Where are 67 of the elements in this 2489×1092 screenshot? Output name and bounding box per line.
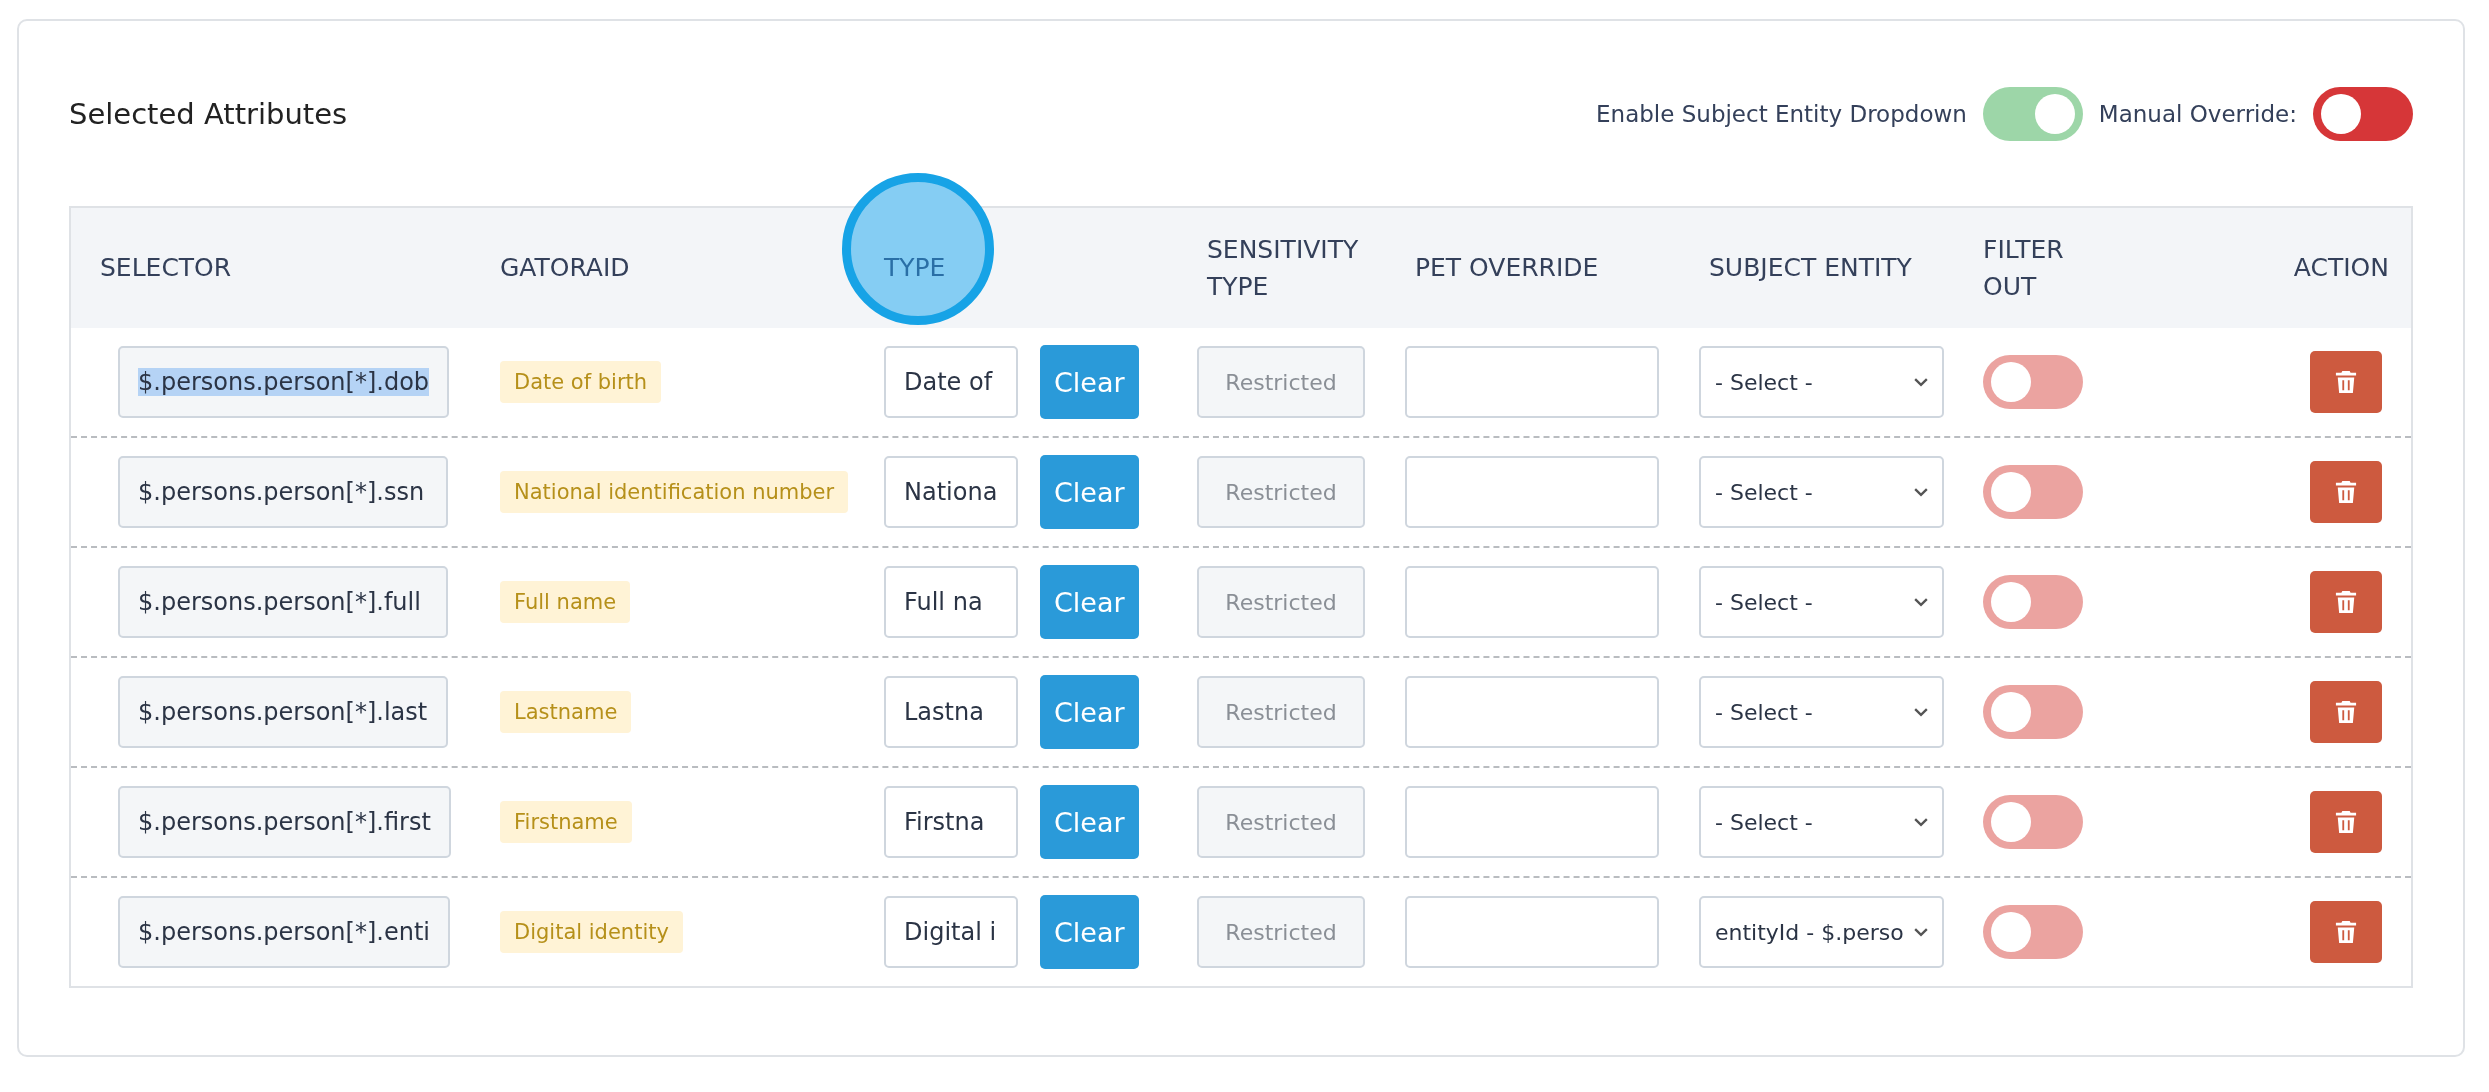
section-title: Selected Attributes [69,96,348,131]
trash-icon [2335,810,2357,834]
delete-button[interactable] [2310,351,2382,413]
trash-icon [2335,480,2357,504]
delete-button[interactable] [2310,901,2382,963]
trash-icon [2335,370,2357,394]
chevron-down-icon [1914,927,1928,937]
selector-field[interactable]: $.persons.person[*].dob [118,346,450,418]
delete-button[interactable] [2310,681,2382,743]
gatoraid-tag: Lastname [500,691,632,733]
type-field[interactable]: Digital i [884,896,1018,968]
selector-field[interactable]: $.persons.person[*].first [118,786,451,858]
chevron-down-icon [1914,487,1928,497]
selector-field[interactable]: $.persons.person[*].full [118,566,448,638]
subject-entity-select[interactable]: entityId - $.perso [1699,896,1944,968]
subject-entity-select[interactable]: - Select - [1699,786,1944,858]
column-header: ACTION [2293,252,2389,285]
delete-button[interactable] [2310,461,2382,523]
delete-button[interactable] [2310,571,2382,633]
column-header: SELECTOR [100,252,232,285]
subject-entity-select[interactable]: - Select - [1699,346,1944,418]
toggle-switch[interactable] [1983,795,2083,849]
pet-override-field[interactable] [1405,346,1659,418]
delete-button[interactable] [2310,791,2382,853]
column-header: SUBJECT ENTITY [1709,252,1912,285]
toggle-switch[interactable] [1983,575,2083,629]
subject-entity-select[interactable]: - Select - [1699,676,1944,748]
gatoraid-tag: National identification number [500,471,849,513]
toggle-switch[interactable] [1982,86,2083,141]
gatoraid-tag: Full name [500,581,631,623]
type-field[interactable]: Full na [884,566,1018,638]
selector-field[interactable]: $.persons.person[*].last [118,676,448,748]
toggle-switch[interactable] [1983,685,2083,739]
pet-override-field[interactable] [1405,676,1659,748]
column-header: SENSITIVITY TYPE [1207,233,1360,303]
chevron-down-icon [1914,597,1928,607]
toggle-switch[interactable] [1983,905,2083,959]
type-field[interactable]: Lastna [884,676,1018,748]
chevron-down-icon [1914,817,1928,827]
toggle-switch[interactable] [1983,355,2083,409]
gatoraid-tag: Date of birth [500,361,662,403]
trash-icon [2335,700,2357,724]
pet-override-field[interactable] [1405,786,1659,858]
type-field[interactable]: Date of [884,346,1018,418]
trash-icon [2335,920,2357,944]
pet-override-field[interactable] [1405,566,1659,638]
pet-override-field[interactable] [1405,456,1659,528]
subject-entity-select[interactable]: - Select - [1699,566,1944,638]
pet-override-field[interactable] [1405,896,1659,968]
switch-label: Enable Subject Entity Dropdown [1596,100,1967,127]
selector-field[interactable]: $.persons.person[*].enti [118,896,450,968]
trash-icon [2335,590,2357,614]
gatoraid-tag: Digital identity [500,911,683,953]
type-field[interactable]: Firstna [884,786,1018,858]
chevron-down-icon [1914,377,1928,387]
chevron-down-icon [1914,707,1928,717]
selector-field[interactable]: $.persons.person[*].ssn [118,456,448,528]
column-header: TYPE [884,252,946,285]
column-header: PET OVERRIDE [1415,252,1599,285]
toggle-switch[interactable] [2313,86,2413,141]
subject-entity-select[interactable]: - Select - [1699,456,1944,528]
switch-label: Manual Override: [2098,100,2297,127]
gatoraid-tag: Firstname [500,801,632,843]
column-header: FILTER OUT [1983,233,2065,303]
type-field[interactable]: Nationa [884,456,1018,528]
toggle-switch[interactable] [1983,465,2083,519]
column-header: GATORAID [500,252,630,285]
